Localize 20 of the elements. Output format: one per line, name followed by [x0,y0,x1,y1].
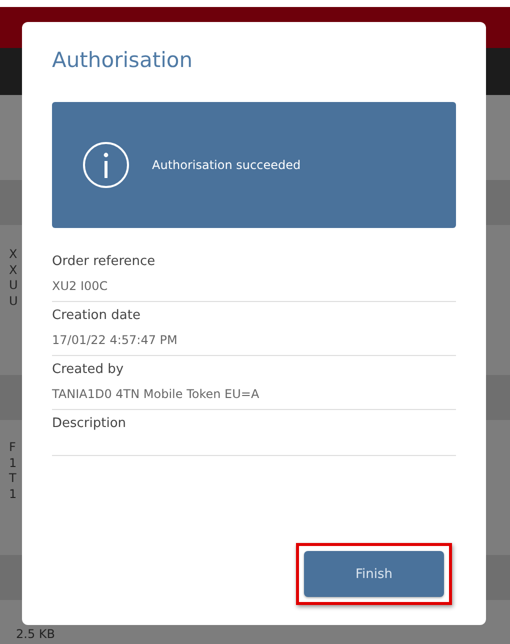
field-value: 17/01/22 4:57:47 PM [52,333,178,347]
file-size: 2.5 KB [16,627,55,641]
background-text: 1 [9,486,17,502]
info-icon [82,141,130,189]
field-label: Order reference [52,254,156,269]
field-label: Creation date [52,308,142,323]
banner-message: Authorisation succeeded [152,158,301,172]
field-label: Created by [52,362,125,377]
background-text: U [9,294,18,309]
background-text: 1 [9,456,17,471]
background-text: X [9,247,18,262]
field-value: XU2 I00C [52,279,109,293]
background-text: T [9,471,16,486]
dialog-title: Authorisation [52,48,194,72]
field-label: Description [52,416,128,431]
background-text: U [9,278,18,294]
finish-button[interactable]: Finish [304,551,444,597]
field-value: TANIA1D0 4TN Mobile Token EU=A [52,387,260,401]
background-text: X [9,262,18,278]
background-text: F [9,440,16,456]
